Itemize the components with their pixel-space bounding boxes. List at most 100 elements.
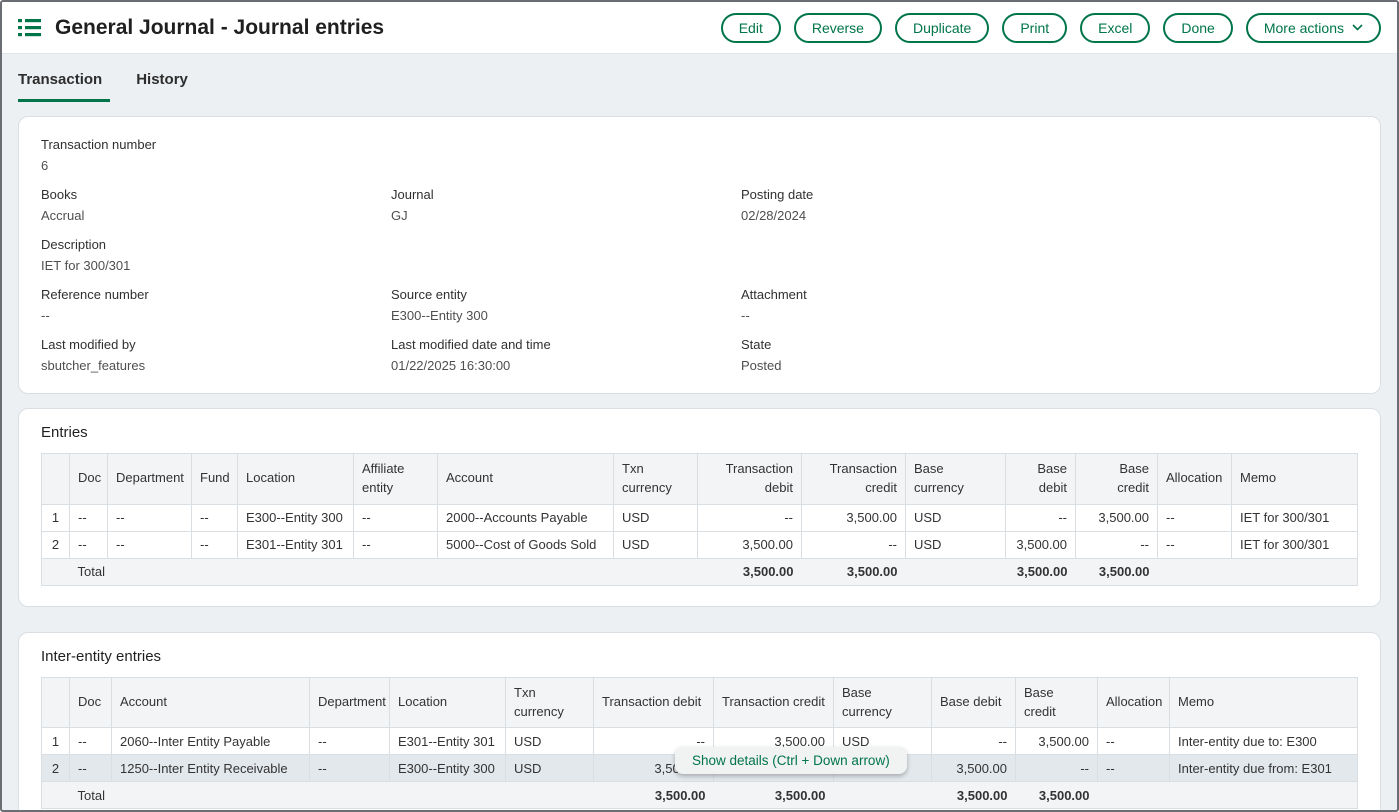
cell: USD xyxy=(906,531,1006,558)
tab-bar: Transaction History xyxy=(2,54,1397,102)
field-transaction-number: Transaction number 6 xyxy=(41,137,391,173)
col-header: Base credit xyxy=(1076,454,1158,505)
col-header: Txn currency xyxy=(506,677,594,728)
col-header: Transaction credit xyxy=(714,677,834,728)
more-actions-button[interactable]: More actions xyxy=(1246,13,1381,43)
field-description: Description IET for 300/301 xyxy=(41,237,391,273)
field-value: -- xyxy=(741,308,1358,323)
tab-history[interactable]: History xyxy=(136,71,196,102)
col-header: Base credit xyxy=(1016,677,1098,728)
cell: Inter-entity due to: E300 xyxy=(1170,728,1358,755)
field-label: Description xyxy=(41,237,391,252)
cell xyxy=(1158,558,1232,585)
total-label: Total xyxy=(70,782,594,809)
chevron-down-icon xyxy=(1352,24,1363,31)
detail-row: Reference number -- Source entity E300--… xyxy=(41,287,1358,323)
cell: -- xyxy=(932,728,1016,755)
field-label: Reference number xyxy=(41,287,391,302)
field-posting-date: Posting date 02/28/2024 xyxy=(741,187,1358,223)
col-header: Allocation xyxy=(1098,677,1170,728)
page-title: General Journal - Journal entries xyxy=(55,16,384,40)
reverse-button[interactable]: Reverse xyxy=(794,13,882,43)
cell xyxy=(42,558,70,585)
action-toolbar: Edit Reverse Duplicate Print Excel Done … xyxy=(721,13,1381,43)
cell: -- xyxy=(70,531,108,558)
detail-row: Books Accrual Journal GJ Posting date 02… xyxy=(41,187,1358,223)
cell: -- xyxy=(1076,531,1158,558)
tab-transaction[interactable]: Transaction xyxy=(18,71,110,102)
field-label: Transaction number xyxy=(41,137,391,152)
cell: -- xyxy=(1098,728,1170,755)
cell xyxy=(1098,782,1170,809)
table-row[interactable]: 2 -- -- -- E301--Entity 301 -- 5000--Cos… xyxy=(42,531,1358,558)
cell: USD xyxy=(614,504,698,531)
entries-card: Entries Doc Department Fund Location Aff… xyxy=(18,408,1381,607)
cell xyxy=(834,782,932,809)
edit-button[interactable]: Edit xyxy=(721,13,781,43)
cell: IET for 300/301 xyxy=(1232,504,1358,531)
excel-button[interactable]: Excel xyxy=(1080,13,1150,43)
cell: 1 xyxy=(42,504,70,531)
col-header: Allocation xyxy=(1158,454,1232,505)
inter-entity-card: Inter-entity entries Doc Account Departm… xyxy=(18,632,1381,810)
col-header: Account xyxy=(112,677,310,728)
cell: USD xyxy=(506,728,594,755)
cell: E301--Entity 301 xyxy=(390,728,506,755)
field-label: Posting date xyxy=(741,187,1358,202)
detail-row: Last modified by sbutcher_features Last … xyxy=(41,337,1358,373)
inter-entity-header-row: Doc Account Department Location Txn curr… xyxy=(42,677,1358,728)
done-button[interactable]: Done xyxy=(1163,13,1232,43)
cell: -- xyxy=(310,755,390,782)
col-header: Txn currency xyxy=(614,454,698,505)
cell: 2000--Accounts Payable xyxy=(438,504,614,531)
cell xyxy=(906,558,1006,585)
cell: 2 xyxy=(42,755,70,782)
page-header: General Journal - Journal entries Edit R… xyxy=(2,2,1397,54)
cell xyxy=(1170,782,1358,809)
cell xyxy=(42,782,70,809)
cell: E301--Entity 301 xyxy=(238,531,354,558)
field-label: Last modified by xyxy=(41,337,391,352)
col-header: Department xyxy=(310,677,390,728)
entries-section-title: Entries xyxy=(41,424,1358,441)
cell: -- xyxy=(108,504,192,531)
col-header: Base currency xyxy=(906,454,1006,505)
cell: 5000--Cost of Goods Sold xyxy=(438,531,614,558)
col-header xyxy=(42,677,70,728)
col-header: Transaction credit xyxy=(802,454,906,505)
field-value: GJ xyxy=(391,208,741,223)
cell: -- xyxy=(1016,755,1098,782)
field-last-modified-datetime: Last modified date and time 01/22/2025 1… xyxy=(391,337,741,373)
field-label: Source entity xyxy=(391,287,741,302)
entries-total-row: Total 3,500.00 3,500.00 3,500.00 3,500.0… xyxy=(42,558,1358,585)
field-label: Attachment xyxy=(741,287,1358,302)
cell: 3,500.00 xyxy=(698,531,802,558)
detail-row: Transaction number 6 xyxy=(41,137,1358,173)
cell: 3,500.00 xyxy=(1016,728,1098,755)
cell xyxy=(1232,558,1358,585)
inter-entity-section-title: Inter-entity entries xyxy=(41,648,1358,665)
app-window: General Journal - Journal entries Edit R… xyxy=(0,0,1399,812)
list-menu-icon-glyph xyxy=(18,18,41,37)
list-menu-icon[interactable] xyxy=(18,18,41,37)
cell: -- xyxy=(354,504,438,531)
cell: -- xyxy=(354,531,438,558)
inter-entity-total-row: Total 3,500.00 3,500.00 3,500.00 3,500.0… xyxy=(42,782,1358,809)
total-transaction-credit: 3,500.00 xyxy=(714,782,834,809)
cell: -- xyxy=(1158,504,1232,531)
table-row[interactable]: 1 -- -- -- E300--Entity 300 -- 2000--Acc… xyxy=(42,504,1358,531)
total-base-debit: 3,500.00 xyxy=(1006,558,1076,585)
duplicate-button[interactable]: Duplicate xyxy=(895,13,989,43)
col-header: Memo xyxy=(1170,677,1358,728)
cell: E300--Entity 300 xyxy=(238,504,354,531)
field-value: IET for 300/301 xyxy=(41,258,391,273)
cell: 2 xyxy=(42,531,70,558)
total-base-credit: 3,500.00 xyxy=(1016,782,1098,809)
cell: 2060--Inter Entity Payable xyxy=(112,728,310,755)
cell: -- xyxy=(310,728,390,755)
print-button[interactable]: Print xyxy=(1002,13,1067,43)
cell: 3,500.00 xyxy=(932,755,1016,782)
cell: -- xyxy=(698,504,802,531)
field-journal: Journal GJ xyxy=(391,187,741,223)
cell: 3,500.00 xyxy=(1076,504,1158,531)
